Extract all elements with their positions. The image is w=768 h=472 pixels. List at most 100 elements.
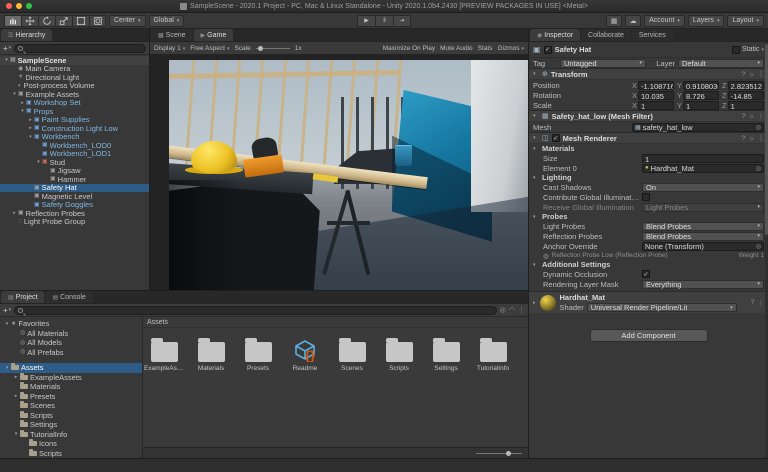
help-icon[interactable]: ? xyxy=(742,135,746,142)
menu-icon[interactable]: ⋮ xyxy=(518,306,525,314)
play-button[interactable]: ▶ xyxy=(357,15,375,27)
hierarchy-item-main-camera[interactable]: ◉Main Camera xyxy=(0,65,149,74)
materials-size-field[interactable]: 1 xyxy=(642,154,764,163)
foldout-arrow[interactable]: ▾ xyxy=(35,159,42,165)
hierarchy-item-workbench-lod0[interactable]: ▣Workbench_LOD0 xyxy=(0,141,149,150)
add-component-button[interactable]: Add Component xyxy=(590,329,708,342)
asset-materials[interactable]: Materials xyxy=(194,334,228,372)
contribute-gi-checkbox[interactable] xyxy=(642,193,650,201)
project-search-input[interactable] xyxy=(14,306,497,315)
help-icon[interactable]: ? xyxy=(751,299,755,306)
hierarchy-item-construction-light-low[interactable]: ▸▣Construction Light Low xyxy=(0,124,149,133)
foldout-arrow[interactable]: ▸ xyxy=(27,125,34,131)
rotation-x-field[interactable]: 10.035 xyxy=(638,91,674,100)
renderer-enabled-checkbox[interactable]: ✓ xyxy=(552,134,560,142)
foldout-arrow[interactable]: ▸ xyxy=(11,210,18,216)
foldout-arrow[interactable]: ▾ xyxy=(533,71,539,77)
rotation-z-field[interactable]: -14.85 xyxy=(728,91,764,100)
materials-foldout[interactable]: ▾ Materials xyxy=(529,144,768,153)
static-checkbox[interactable] xyxy=(732,46,740,54)
tab-services[interactable]: Services xyxy=(632,29,673,41)
layers-dropdown[interactable]: Layers xyxy=(688,15,725,27)
move-tool-button[interactable] xyxy=(21,15,38,27)
project-tree-item-exampleassets[interactable]: ▸ExampleAssets xyxy=(0,373,142,383)
help-icon[interactable]: ? xyxy=(742,71,746,78)
rotation-y-field[interactable]: 8.726 xyxy=(683,91,719,100)
menu-icon[interactable]: ⋮ xyxy=(758,299,765,307)
tab-scene[interactable]: ▦ Scene xyxy=(151,29,193,41)
foldout-arrow[interactable]: ▸ xyxy=(27,117,34,123)
project-tree-item-all-materials[interactable]: ◎All Materials xyxy=(0,329,142,339)
icon-size-slider[interactable] xyxy=(476,453,522,454)
hierarchy-item-reflection-probes[interactable]: ▸▣Reflection Probes xyxy=(0,209,149,218)
hierarchy-item-workbench-lod1[interactable]: ▣Workbench_LOD1 xyxy=(0,150,149,159)
scale-x-field[interactable]: 1 xyxy=(638,101,674,110)
aspect-dropdown[interactable]: Free Aspect xyxy=(190,45,229,52)
foldout-arrow[interactable]: ▾ xyxy=(12,431,20,437)
hierarchy-item-stud[interactable]: ▾▣Stud xyxy=(0,158,149,167)
visibility-icon[interactable]: ◎ xyxy=(500,306,506,314)
tab-inspector[interactable]: ◉ Inspector xyxy=(530,29,580,41)
light-probes-dropdown[interactable]: Blend Probes xyxy=(642,222,764,231)
dynamic-occlusion-checkbox[interactable]: ✓ xyxy=(642,270,650,278)
material-header[interactable]: ▸ Hardhat_Mat Shader Universal Render Pi… xyxy=(529,291,768,313)
position-x-field[interactable]: -1.108716 xyxy=(638,81,674,90)
scale-slider[interactable] xyxy=(256,48,290,49)
menu-icon[interactable]: ⋮ xyxy=(758,70,765,78)
hierarchy-item-hammer[interactable]: ▣Hammer xyxy=(0,175,149,184)
mute-audio-toggle[interactable]: Mute Audio xyxy=(440,45,473,52)
foldout-arrow[interactable]: ▸ xyxy=(12,374,20,380)
object-picker-icon[interactable]: ◎ xyxy=(756,243,761,250)
maximize-on-play-toggle[interactable]: Maximize On Play xyxy=(383,45,435,52)
menu-icon[interactable]: ⋮ xyxy=(758,134,765,142)
mesh-filter-component-header[interactable]: ▾ ▦ Safety_hat_low (Mesh Filter) ? ☼ ⋮ xyxy=(529,110,768,122)
transform-component-header[interactable]: ▾ ⊕ Transform ? ☼ ⋮ xyxy=(529,68,768,80)
anchor-object-field[interactable]: None (Transform) ◎ xyxy=(642,242,764,251)
hierarchy-item-example-assets[interactable]: ▾▣Example Assets xyxy=(0,90,149,99)
asset-scripts[interactable]: Scripts xyxy=(382,334,416,372)
hierarchy-item-workshop-set[interactable]: ▸▣Workshop Set xyxy=(0,99,149,108)
account-dropdown[interactable]: Account xyxy=(644,15,685,27)
transform-tool-button[interactable] xyxy=(89,15,106,27)
hierarchy-item-workbench[interactable]: ▾▣Workbench xyxy=(0,133,149,142)
reflection-probes-dropdown[interactable]: Blend Probes xyxy=(642,232,764,241)
cloud-collab-button[interactable]: ☁ xyxy=(625,15,641,27)
scale-y-field[interactable]: 1 xyxy=(683,101,719,110)
foldout-arrow[interactable]: ▾ xyxy=(11,91,18,97)
asset-exampleassets[interactable]: ExampleAssets xyxy=(147,334,181,372)
project-tree-item-tutorialinfo[interactable]: ▾TutorialInfo xyxy=(0,430,142,440)
tab-game[interactable]: ▶ Game xyxy=(194,29,234,41)
foldout-arrow[interactable]: ▾ xyxy=(3,321,11,327)
mesh-object-field[interactable]: ▦ safety_hat_low ◎ xyxy=(632,123,764,132)
step-button[interactable]: ⇥ xyxy=(393,15,411,27)
hierarchy-item-samplescene[interactable]: ▾▦SampleScene xyxy=(0,56,149,65)
project-tree-item-favorites[interactable]: ▾★Favorites xyxy=(0,319,142,329)
hierarchy-item-safety-goggles[interactable]: ▣Safety Goggles xyxy=(0,201,149,210)
scale-slider-knob[interactable] xyxy=(258,46,263,51)
static-dropdown[interactable]: Static xyxy=(732,46,764,54)
mesh-renderer-component-header[interactable]: ▾ ◫ ✓ Mesh Renderer ? ☼ ⋮ xyxy=(529,132,768,144)
hand-tool-button[interactable] xyxy=(4,15,21,27)
project-tree-item-all-models[interactable]: ◎All Models xyxy=(0,338,142,348)
preset-icon[interactable]: ☼ xyxy=(749,135,755,142)
foldout-arrow[interactable]: ▸ xyxy=(12,393,20,399)
display-dropdown[interactable]: Display 1 xyxy=(154,45,185,52)
project-tree-item-scripts[interactable]: Scripts xyxy=(0,449,142,459)
position-z-field[interactable]: 2.823512 xyxy=(728,81,764,90)
hierarchy-item-paint-supplies[interactable]: ▸▣Paint Supplies xyxy=(0,116,149,125)
pause-button[interactable]: ‖ xyxy=(375,15,393,27)
foldout-arrow[interactable]: ▾ xyxy=(533,135,539,141)
foldout-arrow[interactable]: ▾ xyxy=(19,108,26,114)
tag-dropdown[interactable]: Untagged xyxy=(560,59,646,68)
cast-shadows-dropdown[interactable]: On xyxy=(642,183,764,192)
game-viewport[interactable] xyxy=(150,55,528,290)
help-icon[interactable]: ? xyxy=(742,113,746,120)
hierarchy-item-props[interactable]: ▾▣Props xyxy=(0,107,149,116)
scale-z-field[interactable]: 1 xyxy=(728,101,764,110)
tab-project[interactable]: ▤ Project xyxy=(1,291,44,303)
asset-presets[interactable]: Presets xyxy=(241,334,275,372)
grid-visibility-button[interactable]: ▦ xyxy=(606,15,622,27)
stats-toggle[interactable]: Stats xyxy=(478,45,493,52)
preset-icon[interactable]: ☼ xyxy=(749,113,755,120)
hierarchy-item-light-probe-group[interactable]: ∴Light Probe Group xyxy=(0,218,149,227)
